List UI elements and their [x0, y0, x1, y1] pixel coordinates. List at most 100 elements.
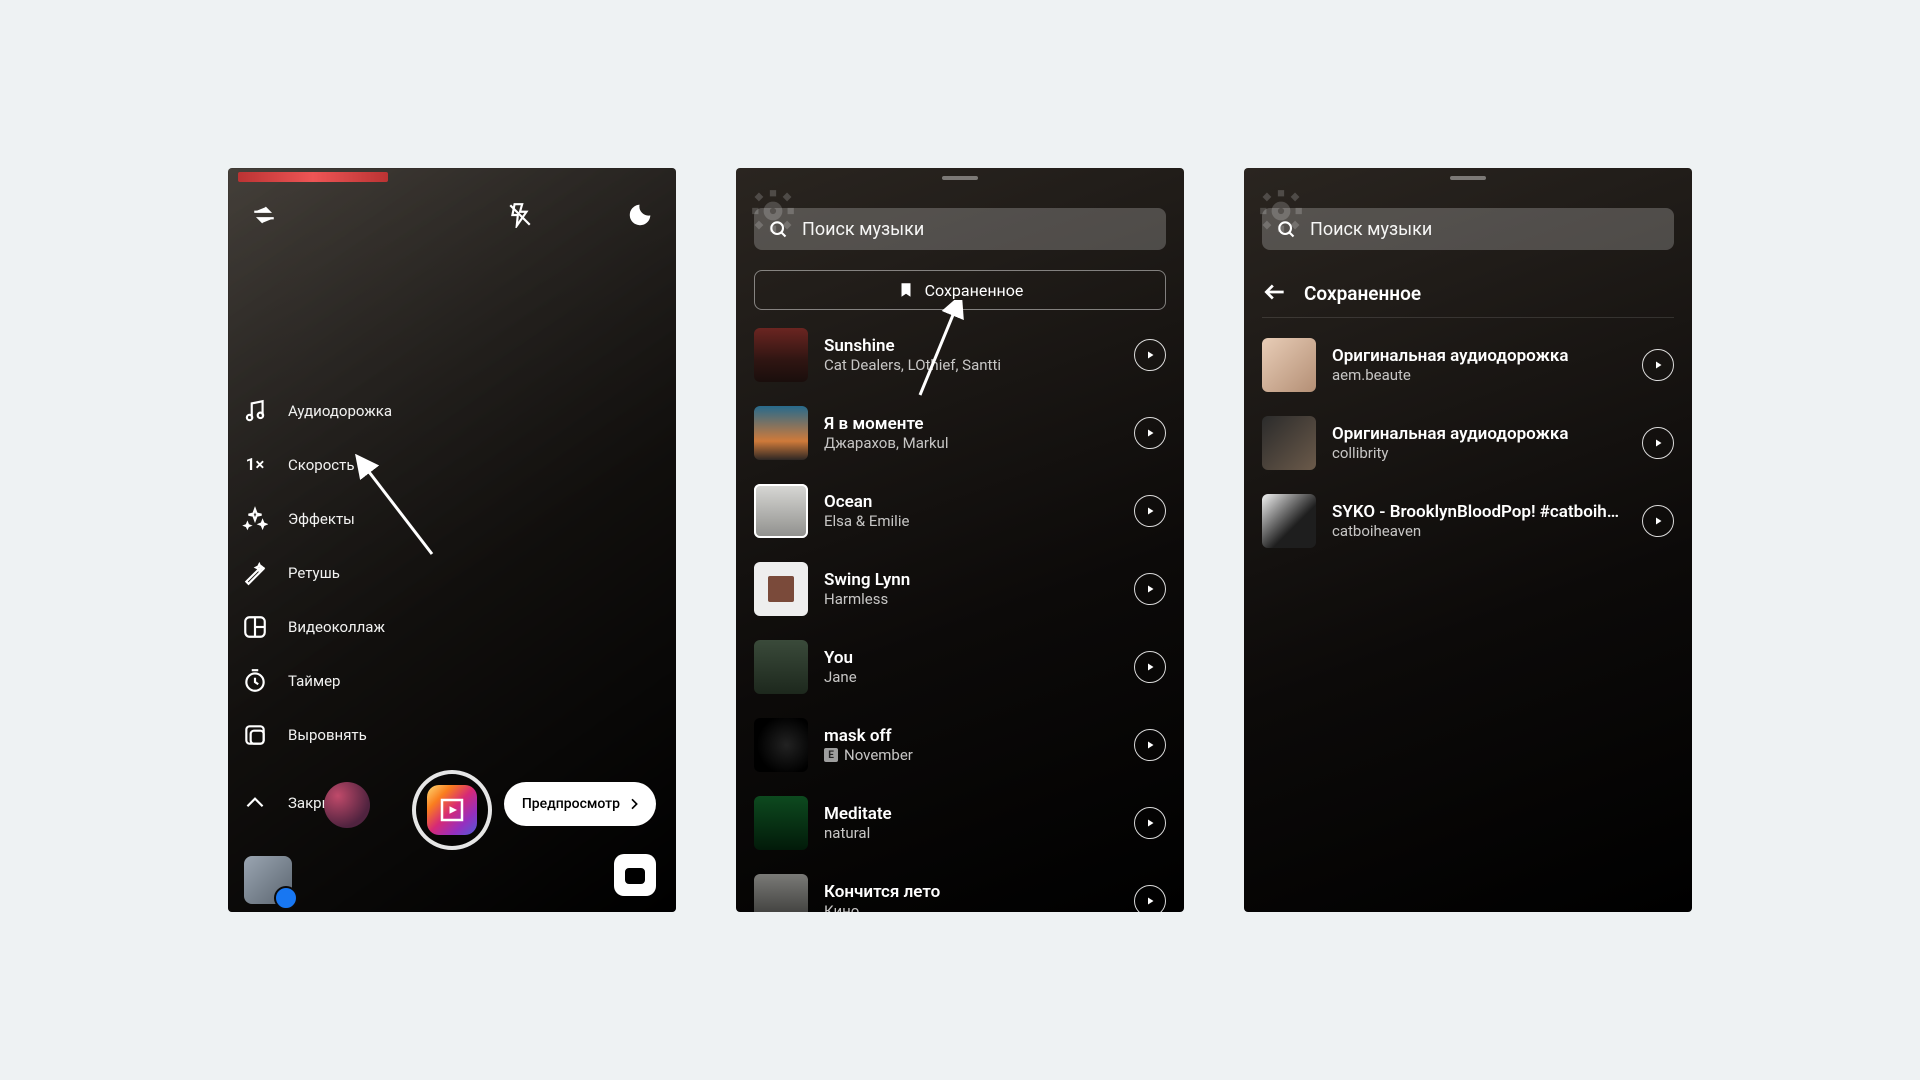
tracks-list: Оригинальная аудиодорожкаaem.beauteОриги… — [1262, 338, 1674, 548]
track-artist: catboiheaven — [1332, 522, 1626, 540]
search-input[interactable]: Поиск музыки — [1262, 208, 1674, 250]
track-text: Meditatenatural — [824, 804, 1118, 842]
night-mode-icon[interactable] — [620, 195, 660, 235]
sparkle-icon — [240, 504, 270, 534]
search-placeholder: Поиск музыки — [1310, 219, 1432, 240]
track-text: Я в моментеДжарахов, Markul — [824, 414, 1118, 452]
track-row[interactable]: SYKO - BrooklynBloodPop! #catboiheavenca… — [1262, 494, 1674, 548]
explicit-badge: E — [824, 748, 838, 762]
top-controls — [228, 190, 676, 240]
play-button[interactable] — [1134, 729, 1166, 761]
play-button[interactable] — [1134, 807, 1166, 839]
menu-label: Эффекты — [288, 510, 355, 528]
saved-header: Сохраненное — [1262, 278, 1674, 318]
menu-item-touchup[interactable]: Ретушь — [240, 555, 392, 591]
creation-side-menu: Аудиодорожка 1× Скорость Эффекты Ретушь … — [240, 393, 392, 821]
preview-button[interactable]: Предпросмотр — [504, 782, 656, 826]
search-input[interactable]: Поиск музыки — [754, 208, 1166, 250]
track-cover — [754, 562, 808, 616]
timer-icon — [240, 666, 270, 696]
menu-label: Таймер — [288, 672, 340, 690]
flip-camera-button[interactable] — [614, 854, 656, 896]
swap-icon[interactable] — [244, 195, 284, 235]
wand-icon — [240, 558, 270, 588]
play-button[interactable] — [1134, 573, 1166, 605]
track-cover — [754, 718, 808, 772]
shutter-button[interactable] — [412, 770, 492, 850]
menu-item-effects[interactable]: Эффекты — [240, 501, 392, 537]
play-button[interactable] — [1642, 349, 1674, 381]
track-artist: Jane — [824, 668, 1118, 686]
track-row[interactable]: YouJane — [754, 640, 1166, 694]
drag-handle[interactable] — [942, 176, 978, 180]
track-row[interactable]: Кончится летоКино — [754, 874, 1166, 912]
track-cover — [1262, 416, 1316, 470]
track-title: Оригинальная аудиодорожка — [1332, 346, 1626, 366]
track-text: Оригинальная аудиодорожкаcollibrity — [1332, 424, 1626, 462]
track-artist: Джарахов, Markul — [824, 434, 1118, 452]
saved-button[interactable]: Сохраненное — [754, 270, 1166, 310]
menu-label: Выровнять — [288, 726, 367, 744]
track-cover — [754, 874, 808, 912]
play-button[interactable] — [1134, 339, 1166, 371]
track-cover — [754, 406, 808, 460]
phone-screenshot-1: Аудиодорожка 1× Скорость Эффекты Ретушь … — [228, 168, 676, 912]
menu-label: Аудиодорожка — [288, 402, 392, 420]
reels-icon — [427, 785, 477, 835]
track-row[interactable]: Оригинальная аудиодорожкаaem.beaute — [1262, 338, 1674, 392]
track-row[interactable]: mask offENovember — [754, 718, 1166, 772]
track-row[interactable]: Оригинальная аудиодорожкаcollibrity — [1262, 416, 1674, 470]
track-title: SYKO - BrooklynBloodPop! #catboiheaven — [1332, 502, 1626, 522]
play-button[interactable] — [1134, 885, 1166, 912]
collage-icon — [240, 612, 270, 642]
music-note-icon — [240, 396, 270, 426]
track-title: You — [824, 648, 1118, 668]
add-clip-thumbnail[interactable] — [244, 856, 292, 904]
track-title: Swing Lynn — [824, 570, 1118, 590]
track-row[interactable]: OceanElsa & Emilie — [754, 484, 1166, 538]
menu-label: Скорость — [288, 456, 354, 474]
track-title: Sunshine — [824, 336, 1118, 356]
recording-progress-bar — [238, 172, 388, 182]
search-icon — [768, 219, 788, 239]
play-button[interactable] — [1642, 505, 1674, 537]
track-text: OceanElsa & Emilie — [824, 492, 1118, 530]
track-title: Я в моменте — [824, 414, 1118, 434]
bookmark-icon — [897, 281, 915, 299]
track-row[interactable]: Я в моментеДжарахов, Markul — [754, 406, 1166, 460]
track-artist: ENovember — [824, 746, 1118, 764]
track-title: Оригинальная аудиодорожка — [1332, 424, 1626, 444]
menu-item-speed[interactable]: 1× Скорость — [240, 447, 392, 483]
track-title: Meditate — [824, 804, 1118, 824]
tracks-list: SunshineCat Dealers, LOthief, Santti Я в … — [754, 328, 1166, 912]
menu-item-collage[interactable]: Видеоколлаж — [240, 609, 392, 645]
play-button[interactable] — [1134, 495, 1166, 527]
track-cover — [754, 484, 808, 538]
saved-title: Сохраненное — [1304, 282, 1421, 305]
track-text: mask offENovember — [824, 726, 1118, 764]
track-text: SYKO - BrooklynBloodPop! #catboiheavenca… — [1332, 502, 1626, 540]
track-row[interactable]: Meditatenatural — [754, 796, 1166, 850]
track-artist: Elsa & Emilie — [824, 512, 1118, 530]
saved-label: Сохраненное — [925, 281, 1024, 300]
back-button[interactable] — [1262, 279, 1288, 309]
track-artist: aem.beaute — [1332, 366, 1626, 384]
flash-off-icon[interactable] — [500, 195, 540, 235]
track-row[interactable]: Swing LynnHarmless — [754, 562, 1166, 616]
track-title: mask off — [824, 726, 1118, 746]
search-placeholder: Поиск музыки — [802, 219, 924, 240]
play-button[interactable] — [1134, 651, 1166, 683]
play-button[interactable] — [1134, 417, 1166, 449]
speed-icon: 1× — [240, 450, 270, 480]
track-artist: collibrity — [1332, 444, 1626, 462]
track-artist: Harmless — [824, 590, 1118, 608]
track-text: Swing LynnHarmless — [824, 570, 1118, 608]
track-text: YouJane — [824, 648, 1118, 686]
menu-item-timer[interactable]: Таймер — [240, 663, 392, 699]
menu-item-align[interactable]: Выровнять — [240, 717, 392, 753]
drag-handle[interactable] — [1450, 176, 1486, 180]
track-row[interactable]: SunshineCat Dealers, LOthief, Santti — [754, 328, 1166, 382]
menu-item-audio[interactable]: Аудиодорожка — [240, 393, 392, 429]
track-artist: Cat Dealers, LOthief, Santti — [824, 356, 1118, 374]
play-button[interactable] — [1642, 427, 1674, 459]
